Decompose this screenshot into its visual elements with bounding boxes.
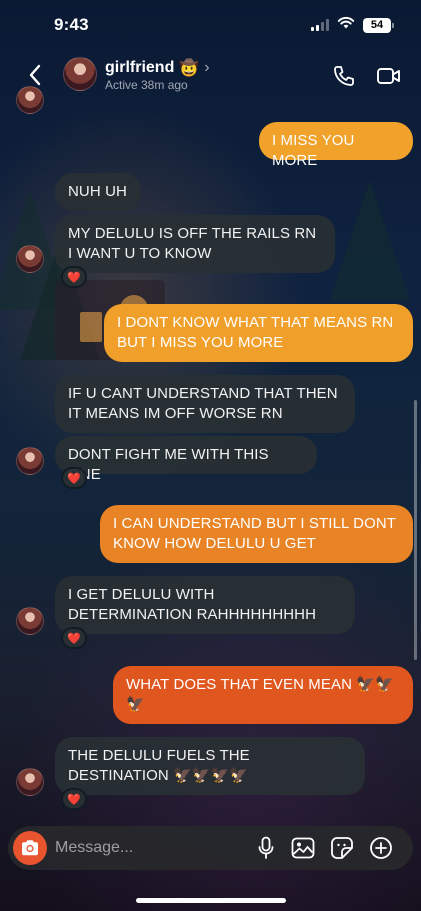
chevron-left-icon (29, 64, 41, 86)
message-bubble-received[interactable]: MY DELULU IS OFF THE RAILS RN I WANT U T… (55, 215, 335, 273)
avatar[interactable] (63, 57, 97, 91)
video-icon (377, 68, 400, 84)
heart-reaction[interactable]: ❤️ (61, 627, 87, 649)
status-icons: 54 (311, 16, 394, 34)
camera-button[interactable] (13, 831, 47, 865)
wifi-icon (337, 16, 355, 34)
heart-reaction[interactable]: ❤️ (61, 467, 87, 489)
avatar (16, 447, 44, 475)
message-bubble-received[interactable]: NUH UH (55, 173, 141, 211)
video-call-button[interactable] (375, 62, 403, 90)
back-button[interactable] (20, 60, 50, 90)
sticker-icon (331, 837, 353, 859)
plus-icon (370, 837, 392, 859)
avatar (16, 245, 44, 273)
avatar (16, 607, 44, 635)
message-thread[interactable]: I MISS YOU MORE NUH UH MY DELULU IS OFF … (0, 86, 421, 820)
message-bubble-sent[interactable]: WHAT DOES THAT EVEN MEAN 🦅🦅🦅 (113, 666, 413, 724)
phone-icon (334, 66, 354, 86)
message-bubble-sent[interactable]: I MISS YOU MORE (259, 122, 413, 169)
chat-header: girlfriend 🤠 › Active 38m ago (0, 50, 421, 100)
microphone-icon (258, 836, 274, 859)
more-options-button[interactable] (368, 835, 394, 861)
message-bubble-received[interactable]: I GET DELULU WITH DETERMINATION RAHHHHHH… (55, 576, 355, 634)
chevron-right-icon: › (204, 59, 210, 76)
message-composer (8, 826, 413, 870)
scrollbar[interactable] (414, 400, 417, 660)
home-indicator[interactable] (136, 898, 286, 903)
voice-call-button[interactable] (330, 62, 358, 90)
battery-icon: 54 (363, 17, 394, 33)
heart-reaction[interactable]: ❤️ (61, 788, 87, 810)
cellular-signal-icon (311, 19, 329, 31)
gallery-icon (291, 837, 315, 859)
camera-icon (22, 840, 38, 856)
contact-name[interactable]: girlfriend 🤠 › (105, 58, 210, 78)
sticker-button[interactable] (329, 835, 355, 861)
message-bubble-received[interactable]: DONT FIGHT ME WITH THIS ONE (55, 436, 317, 483)
avatar (16, 768, 44, 796)
message-bubble-received[interactable]: THE DELULU FUELS THE DESTINATION 🦅🦅🦅🦅 (55, 737, 365, 795)
message-bubble-sent[interactable]: I CAN UNDERSTAND BUT I STILL DONT KNOW H… (100, 505, 413, 563)
message-input[interactable] (55, 837, 235, 859)
contact-name-text: girlfriend (105, 59, 175, 76)
status-bar: 9:43 54 (0, 0, 421, 50)
gallery-button[interactable] (290, 835, 316, 861)
message-bubble-received[interactable]: IF U CANT UNDERSTAND THAT THEN IT MEANS … (55, 375, 355, 433)
status-time: 9:43 (54, 15, 89, 34)
voice-message-button[interactable] (253, 835, 279, 861)
active-status: Active 38m ago (105, 78, 188, 92)
message-bubble-sent[interactable]: I DONT KNOW WHAT THAT MEANS RN BUT I MIS… (104, 304, 413, 362)
heart-reaction[interactable]: ❤️ (61, 266, 87, 288)
contact-name-emoji: 🤠 (179, 60, 200, 77)
